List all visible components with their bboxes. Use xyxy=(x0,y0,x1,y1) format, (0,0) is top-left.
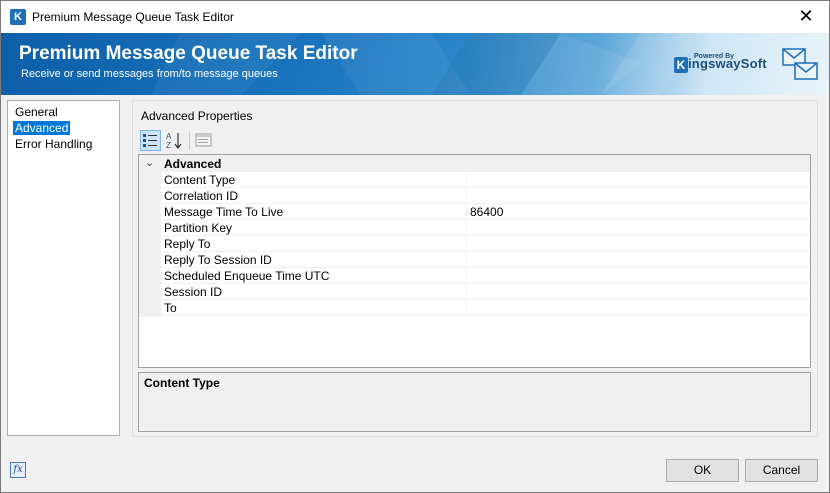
ok-button[interactable]: OK xyxy=(666,459,739,482)
kingswaysoft-logo: Powered By K ingswaySoft xyxy=(674,53,774,87)
sort-alphabetical-icon: A Z xyxy=(166,132,182,150)
property-name: To xyxy=(164,301,177,315)
editor-navigation: General Advanced Error Handling xyxy=(7,100,120,436)
description-title: Content Type xyxy=(144,376,220,390)
task-editor-window: K Premium Message Queue Task Editor ✕ Pr… xyxy=(0,0,830,493)
category-row-advanced[interactable]: ⌄ Advanced xyxy=(139,155,810,172)
property-divider[interactable] xyxy=(466,284,467,300)
title-bar: K Premium Message Queue Task Editor ✕ xyxy=(1,1,829,33)
property-grid: ⌄ Advanced Content Type Correlation ID M… xyxy=(138,154,811,368)
alphabetical-sort-button[interactable]: A Z xyxy=(164,130,185,151)
svg-text:A: A xyxy=(166,132,172,141)
svg-text:Z: Z xyxy=(166,141,171,150)
kingsway-app-icon: K xyxy=(10,9,26,25)
nav-item-general[interactable]: General xyxy=(13,105,60,119)
chevron-down-icon[interactable]: ⌄ xyxy=(145,156,154,169)
property-value[interactable]: 86400 xyxy=(470,205,800,219)
banner-title: Premium Message Queue Task Editor xyxy=(19,43,358,64)
property-name: Scheduled Enqueue Time UTC xyxy=(164,269,330,283)
nav-item-error-handling[interactable]: Error Handling xyxy=(13,137,94,151)
property-name: Message Time To Live xyxy=(164,205,284,219)
property-divider[interactable] xyxy=(466,236,467,252)
expression-icon[interactable]: fx xyxy=(10,462,26,478)
property-row-session-id[interactable]: Session ID xyxy=(161,284,810,300)
property-row-to[interactable]: To xyxy=(161,300,810,316)
property-divider[interactable] xyxy=(466,172,467,188)
group-title: Advanced Properties xyxy=(140,109,254,123)
property-name: Session ID xyxy=(164,285,223,299)
nav-item-advanced[interactable]: Advanced xyxy=(13,121,71,135)
property-divider[interactable] xyxy=(466,220,467,236)
property-divider[interactable] xyxy=(466,204,467,220)
header-banner: Premium Message Queue Task Editor Receiv… xyxy=(1,33,829,95)
property-pages-button[interactable] xyxy=(193,130,214,151)
banner-subtitle: Receive or send messages from/to message… xyxy=(21,68,278,80)
close-window-button[interactable]: ✕ xyxy=(783,1,829,32)
property-divider[interactable] xyxy=(466,300,467,316)
property-pages-icon xyxy=(195,133,212,147)
property-row-message-time-to-live[interactable]: Message Time To Live 86400 xyxy=(161,204,810,220)
property-row-reply-to[interactable]: Reply To xyxy=(161,236,810,252)
property-name: Content Type xyxy=(164,173,236,187)
property-row-scheduled-enqueue-time-utc[interactable]: Scheduled Enqueue Time UTC xyxy=(161,268,810,284)
window-title: Premium Message Queue Task Editor xyxy=(32,10,234,24)
logo-name: ingswaySoft xyxy=(688,56,767,71)
property-name: Correlation ID xyxy=(164,189,239,203)
property-name: Reply To Session ID xyxy=(164,253,272,267)
message-queue-icon xyxy=(782,48,818,80)
property-grid-gutter xyxy=(139,172,161,317)
property-description-panel: Content Type xyxy=(138,372,811,432)
property-grid-toolbar: A Z xyxy=(140,130,340,152)
property-name: Partition Key xyxy=(164,221,233,235)
property-row-reply-to-session-id[interactable]: Reply To Session ID xyxy=(161,252,810,268)
toolbar-separator xyxy=(189,132,190,150)
property-row-correlation-id[interactable]: Correlation ID xyxy=(161,188,810,204)
property-row-partition-key[interactable]: Partition Key xyxy=(161,220,810,236)
logo-k-badge: K xyxy=(674,57,688,73)
categorized-view-button[interactable] xyxy=(140,130,161,151)
property-divider[interactable] xyxy=(466,252,467,268)
category-label: Advanced xyxy=(164,157,222,171)
categorized-view-icon xyxy=(143,134,157,147)
property-divider[interactable] xyxy=(466,268,467,284)
property-divider[interactable] xyxy=(466,188,467,204)
cancel-button[interactable]: Cancel xyxy=(745,459,818,482)
property-row-content-type[interactable]: Content Type xyxy=(161,172,810,188)
property-name: Reply To xyxy=(164,237,211,251)
